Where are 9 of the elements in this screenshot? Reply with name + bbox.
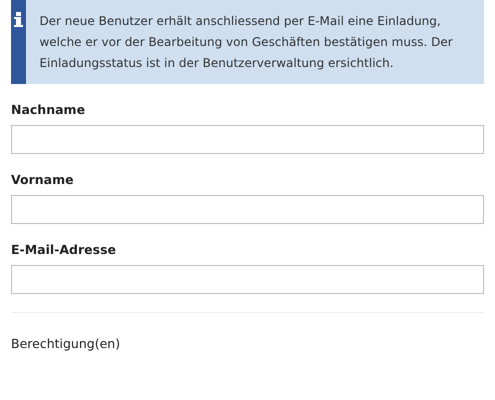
input-field[interactable] xyxy=(11,265,484,294)
field-label: Nachname xyxy=(11,102,86,117)
section-title: Berechtigung(en) xyxy=(11,336,120,351)
input-field[interactable] xyxy=(11,125,484,154)
field-label: E-Mail-Adresse xyxy=(11,242,116,257)
info-text: Der neue Benutzer erhält anschliessend per E-Mail eine Einladung, welche er vor der Bearbeitung von Geschäften bestätigen muss. Der Einladungsstatus ist in der Benutzerverwaltung ersichtlich. xyxy=(38,13,454,72)
info-icon xyxy=(14,12,24,27)
field-label: Vorname xyxy=(11,172,74,187)
input-field[interactable] xyxy=(11,195,484,224)
